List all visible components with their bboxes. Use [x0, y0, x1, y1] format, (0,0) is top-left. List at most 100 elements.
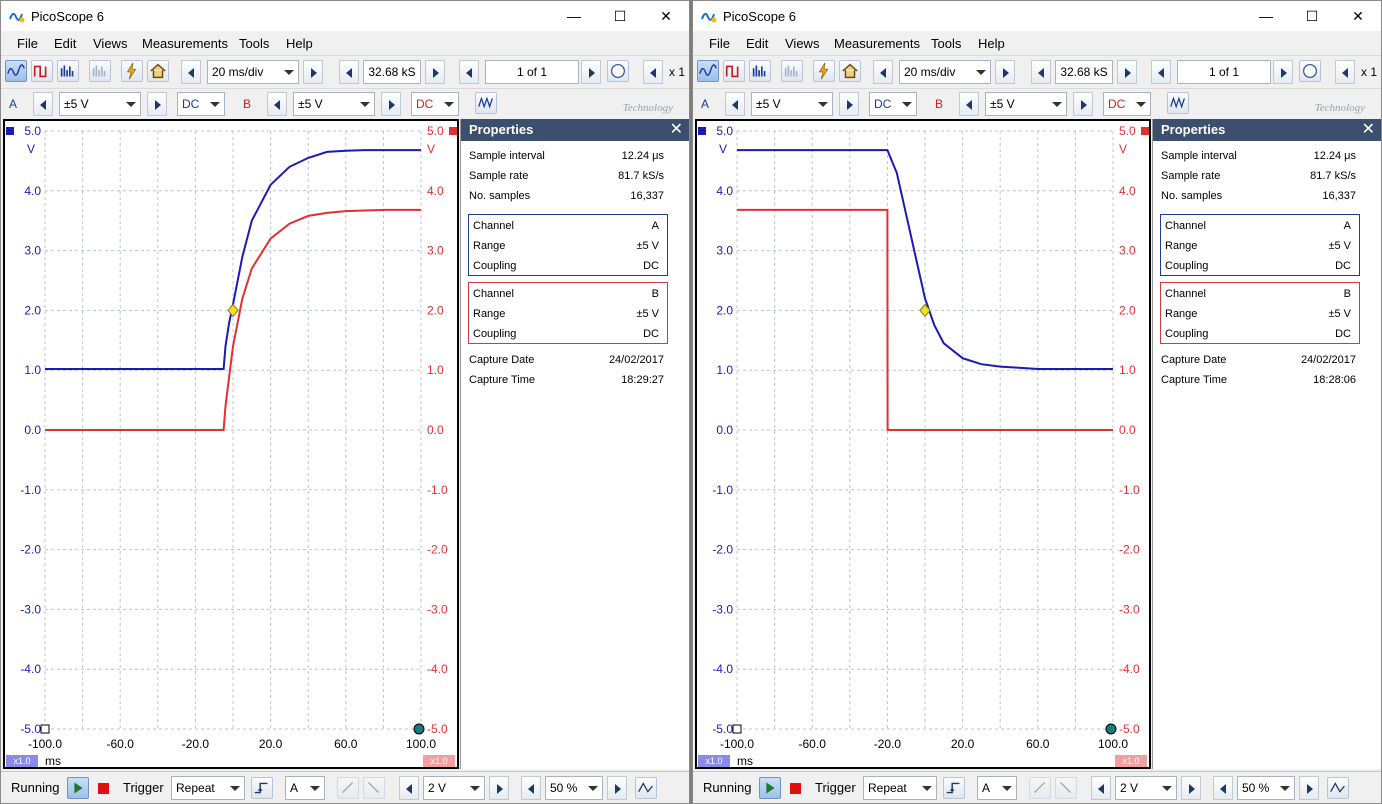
channel-a-range-increase[interactable] — [147, 92, 167, 116]
minimize-button[interactable]: — — [1243, 1, 1289, 31]
pretrigger-decrease[interactable] — [521, 776, 541, 800]
timebase-select[interactable]: 20 ms/div — [899, 60, 991, 84]
channel-b-range-select[interactable]: ±5 V — [985, 92, 1067, 116]
channel-b-range-decrease[interactable] — [959, 92, 979, 116]
trigger-mode-select[interactable]: Repeat — [171, 776, 245, 800]
close-button[interactable]: ✕ — [1335, 1, 1381, 31]
menu-tools[interactable]: Tools — [931, 36, 961, 51]
trigger-level-decrease[interactable] — [399, 776, 419, 800]
start-icon[interactable] — [67, 777, 89, 799]
trigger-marker-icon[interactable] — [227, 303, 239, 318]
channel-b-marker[interactable] — [1141, 127, 1149, 135]
zoom-decrease-button[interactable] — [643, 60, 663, 84]
channel-a-range-decrease[interactable] — [33, 92, 53, 116]
channel-options-icon[interactable] — [475, 92, 497, 114]
channel-b-label[interactable]: B — [935, 97, 943, 111]
timebase-increase-button[interactable] — [303, 60, 323, 84]
channel-b-range-increase[interactable] — [381, 92, 401, 116]
home-icon[interactable] — [147, 60, 169, 82]
falling-edge-icon[interactable] — [1055, 777, 1077, 799]
compass-icon[interactable] — [1299, 60, 1321, 82]
channel-a-coupling-select[interactable]: DC — [869, 92, 917, 116]
channel-a-range-select[interactable]: ±5 V — [59, 92, 141, 116]
buffer-next-button[interactable] — [581, 60, 601, 84]
auto-setup-icon[interactable] — [121, 60, 143, 82]
menu-views[interactable]: Views — [785, 36, 819, 51]
persistence-mode-icon[interactable] — [723, 60, 745, 82]
auto-setup-icon[interactable] — [813, 60, 835, 82]
channel-b-marker[interactable] — [449, 127, 457, 135]
close-button[interactable]: ✕ — [643, 1, 689, 31]
buffer-next-button[interactable] — [1273, 60, 1293, 84]
stop-icon[interactable] — [790, 783, 801, 794]
timebase-decrease-button[interactable] — [181, 60, 201, 84]
trigger-level-increase[interactable] — [1181, 776, 1201, 800]
menu-views[interactable]: Views — [93, 36, 127, 51]
stop-icon[interactable] — [98, 783, 109, 794]
samples-field[interactable]: 32.68 kS — [363, 60, 421, 84]
menu-measurements[interactable]: Measurements — [142, 36, 228, 51]
persistence-mode-icon[interactable] — [31, 60, 53, 82]
channel-b-range-decrease[interactable] — [267, 92, 287, 116]
channel-options-icon[interactable] — [1167, 92, 1189, 114]
rising-edge-icon[interactable] — [1029, 777, 1051, 799]
compass-icon[interactable] — [607, 60, 629, 82]
scope-view[interactable]: 5.0 4.0 3.0 2.0 1.0 0.0 -1.0 -2.0 -3.0 -4.0 -5.0 5.… — [695, 119, 1151, 769]
properties-close-icon[interactable]: ✕ — [1362, 119, 1375, 141]
trigger-level-decrease[interactable] — [1091, 776, 1111, 800]
time-ruler-handle-icon[interactable] — [40, 724, 50, 734]
buffer-previous-button[interactable] — [459, 60, 479, 84]
channel-a-range-select[interactable]: ±5 V — [751, 92, 833, 116]
menu-help[interactable]: Help — [978, 36, 1005, 51]
maximize-button[interactable]: ☐ — [597, 1, 643, 31]
scope-mode-icon[interactable] — [697, 60, 719, 82]
time-ruler-handle-icon[interactable] — [732, 724, 742, 734]
zoom-decrease-button[interactable] — [1335, 60, 1355, 84]
channel-a-range-increase[interactable] — [839, 92, 859, 116]
time-ruler-handle-right-icon[interactable] — [413, 723, 425, 735]
menu-measurements[interactable]: Measurements — [834, 36, 920, 51]
trigger-level-select[interactable]: 2 V — [423, 776, 485, 800]
spectrum-persistence-icon[interactable] — [781, 60, 803, 82]
timebase-decrease-button[interactable] — [873, 60, 893, 84]
start-icon[interactable] — [759, 777, 781, 799]
home-icon[interactable] — [839, 60, 861, 82]
menu-edit[interactable]: Edit — [746, 36, 768, 51]
samples-field[interactable]: 32.68 kS — [1055, 60, 1113, 84]
timebase-increase-button[interactable] — [995, 60, 1015, 84]
trigger-level-increase[interactable] — [489, 776, 509, 800]
menu-tools[interactable]: Tools — [239, 36, 269, 51]
spectrum-mode-icon[interactable] — [749, 60, 771, 82]
time-ruler-handle-right-icon[interactable] — [1105, 723, 1117, 735]
channel-b-range-select[interactable]: ±5 V — [293, 92, 375, 116]
minimize-button[interactable]: — — [551, 1, 597, 31]
menu-file[interactable]: File — [709, 36, 730, 51]
samples-decrease-button[interactable] — [339, 60, 359, 84]
channel-a-coupling-select[interactable]: DC — [177, 92, 225, 116]
channel-b-coupling-select[interactable]: DC — [411, 92, 459, 116]
spectrum-mode-icon[interactable] — [57, 60, 79, 82]
channel-a-marker[interactable] — [698, 127, 706, 135]
channel-b-label[interactable]: B — [243, 97, 251, 111]
channel-b-coupling-select[interactable]: DC — [1103, 92, 1151, 116]
advanced-trigger-icon[interactable] — [1327, 777, 1349, 799]
buffer-previous-button[interactable] — [1151, 60, 1171, 84]
properties-close-icon[interactable]: ✕ — [670, 119, 683, 141]
pretrigger-decrease[interactable] — [1213, 776, 1233, 800]
channel-a-marker[interactable] — [6, 127, 14, 135]
pretrigger-select[interactable]: 50 % — [1237, 776, 1295, 800]
samples-increase-button[interactable] — [425, 60, 445, 84]
samples-decrease-button[interactable] — [1031, 60, 1051, 84]
menu-help[interactable]: Help — [286, 36, 313, 51]
pretrigger-increase[interactable] — [607, 776, 627, 800]
advanced-trigger-icon[interactable] — [635, 777, 657, 799]
channel-b-range-increase[interactable] — [1073, 92, 1093, 116]
maximize-button[interactable]: ☐ — [1289, 1, 1335, 31]
scope-view[interactable]: 5.0 4.0 3.0 2.0 1.0 0.0 -1.0 -2.0 -3.0 -4.0 -5.0 5.… — [3, 119, 459, 769]
trigger-level-select[interactable]: 2 V — [1115, 776, 1177, 800]
spectrum-persistence-icon[interactable] — [89, 60, 111, 82]
buffer-field[interactable]: 1 of 1 — [485, 60, 579, 84]
scope-mode-icon[interactable] — [5, 60, 27, 82]
buffer-field[interactable]: 1 of 1 — [1177, 60, 1271, 84]
timebase-select[interactable]: 20 ms/div — [207, 60, 299, 84]
